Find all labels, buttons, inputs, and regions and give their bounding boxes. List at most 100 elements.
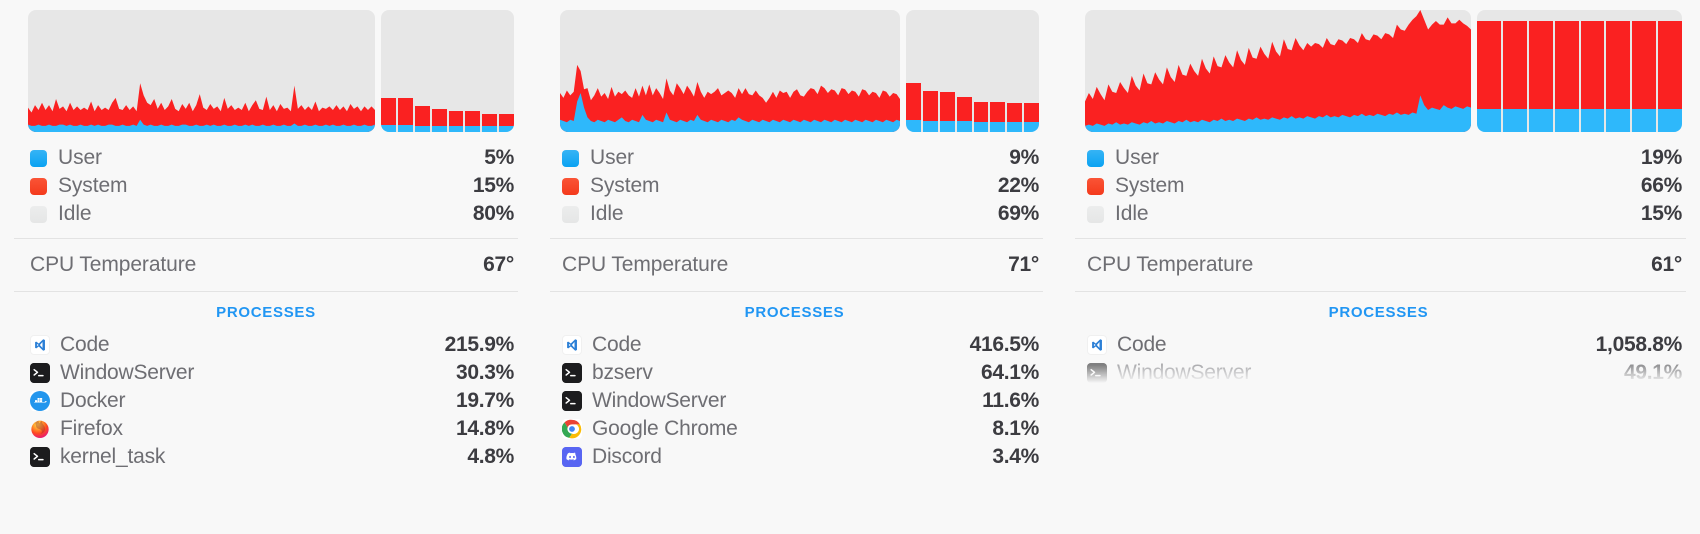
cpu-temperature-value: 71°	[1008, 253, 1039, 276]
process-row[interactable]: WindowServer 30.3%	[0, 359, 532, 387]
core-bar-user-segment	[1007, 122, 1023, 132]
cpu-core-bar	[381, 10, 396, 132]
idle-swatch-icon	[562, 205, 579, 223]
cpu-core-bar	[397, 10, 413, 132]
legend-label: System	[1115, 174, 1185, 197]
cpu-core-bars-2[interactable]	[906, 10, 1039, 132]
cpu-history-graph-2[interactable]	[560, 10, 900, 132]
processes-list-2: Code 416.5% bzserv 64.1% WindowServer 11.6% Go…	[532, 331, 1057, 471]
process-cpu-value: 215.9%	[444, 333, 515, 356]
cpu-panel-1: User 5% System 15% Idle 80% CPU Temperat…	[0, 0, 532, 534]
process-cpu-value: 19.7%	[455, 389, 514, 412]
process-row[interactable]: Code 1,058.8%	[1057, 331, 1700, 359]
process-row[interactable]: Firefox 14.8%	[0, 415, 532, 443]
cpu-core-bar	[1007, 10, 1023, 132]
cpu-core-bars-3[interactable]	[1477, 10, 1682, 132]
cpu-core-bar	[1580, 10, 1605, 132]
core-bar-system-segment	[448, 111, 464, 126]
legend-label: User	[590, 146, 634, 169]
cpu-core-bar	[1658, 10, 1682, 132]
legend-label: User	[1115, 146, 1159, 169]
core-bar-system-segment	[956, 96, 972, 122]
process-row[interactable]: Code 416.5%	[532, 331, 1057, 359]
cpu-history-svg-2	[560, 64, 900, 132]
cpu-core-bars-1[interactable]	[381, 10, 514, 132]
terminal-icon	[1087, 363, 1107, 383]
process-row[interactable]: kernel_task 4.8%	[0, 443, 532, 471]
cpu-core-bar	[922, 10, 938, 132]
vscode-icon	[562, 335, 582, 355]
cpu-graphs-2	[532, 0, 1057, 142]
core-bar-user-segment	[990, 122, 1006, 132]
process-cpu-value: 3.4%	[992, 445, 1039, 468]
process-cpu-value: 11.6%	[982, 389, 1039, 412]
cpu-history-graph-1[interactable]	[28, 10, 375, 132]
cpu-temperature-label: CPU Temperature	[562, 253, 729, 276]
core-bar-user-segment	[922, 121, 938, 132]
core-bar-user-segment	[1632, 108, 1657, 132]
vscode-icon	[30, 335, 50, 355]
legend-value: 9%	[1009, 146, 1039, 169]
process-row[interactable]: bzserv 64.1%	[532, 359, 1057, 387]
cpu-core-bar	[1024, 10, 1039, 132]
legend-value: 22%	[997, 174, 1039, 197]
cpu-panel-3: User 19% System 66% Idle 15% CPU Tempera…	[1057, 0, 1700, 534]
core-bar-system-segment	[906, 83, 921, 120]
core-bar-system-segment	[1477, 21, 1501, 109]
cpu-core-bar	[1502, 10, 1527, 132]
processes-section-1: PROCESSES Code 215.9% WindowServer 30.3% Doc…	[0, 292, 532, 471]
legend-row-system: System 15%	[30, 172, 514, 200]
process-row[interactable]: WindowServer 11.6%	[532, 387, 1057, 415]
cpu-core-bar	[1554, 10, 1579, 132]
core-bar-user-segment	[939, 121, 955, 132]
process-row[interactable]: WindowServer 49.1%	[1057, 359, 1700, 387]
process-name: Google Chrome	[592, 417, 738, 440]
cpu-core-bar	[973, 10, 989, 132]
core-bar-user-segment	[431, 125, 447, 132]
cpu-core-bar	[482, 10, 498, 132]
core-bar-system-segment	[414, 106, 430, 126]
core-bar-system-segment	[1658, 21, 1682, 109]
legend-label: System	[590, 174, 660, 197]
cpu-temperature-value: 67°	[483, 253, 514, 276]
cpu-core-bar	[465, 10, 481, 132]
core-bar-system-segment	[1502, 21, 1527, 109]
terminal-icon	[30, 447, 50, 467]
process-name: Discord	[592, 445, 662, 468]
cpu-temperature-label: CPU Temperature	[30, 253, 197, 276]
cpu-core-bar	[448, 10, 464, 132]
core-bar-system-segment	[1007, 102, 1023, 123]
core-bar-user-segment	[1580, 108, 1605, 132]
cpu-temperature-value: 61°	[1651, 253, 1682, 276]
core-bar-user-segment	[1554, 108, 1579, 132]
process-name: Code	[592, 333, 642, 356]
legend-label: Idle	[58, 202, 92, 225]
cpu-core-bar	[431, 10, 447, 132]
process-name: WindowServer	[1117, 361, 1252, 384]
cpu-graphs-1	[0, 0, 532, 142]
process-row[interactable]: Docker 19.7%	[0, 387, 532, 415]
process-name: kernel_task	[60, 445, 166, 468]
process-cpu-value: 416.5%	[969, 333, 1040, 356]
discord-icon	[562, 447, 582, 467]
process-name: WindowServer	[592, 389, 727, 412]
legend-row-idle: Idle 15%	[1087, 200, 1682, 228]
core-bar-user-segment	[906, 119, 921, 132]
legend-row-system: System 66%	[1087, 172, 1682, 200]
cpu-graphs-3	[1057, 0, 1700, 142]
cpu-core-bar	[990, 10, 1006, 132]
legend-value: 66%	[1640, 174, 1682, 197]
process-name: Code	[1117, 333, 1167, 356]
core-bar-user-segment	[973, 122, 989, 132]
process-row[interactable]: Google Chrome 8.1%	[532, 415, 1057, 443]
cpu-history-graph-3[interactable]	[1085, 10, 1471, 132]
process-name: Docker	[60, 389, 126, 412]
legend-value: 69%	[997, 202, 1039, 225]
cpu-temperature-row-2: CPU Temperature 71°	[532, 239, 1057, 291]
terminal-icon	[562, 363, 582, 383]
cpu-legend-3: User 19% System 66% Idle 15%	[1057, 142, 1700, 238]
cpu-core-bar	[1528, 10, 1553, 132]
process-row[interactable]: Discord 3.4%	[532, 443, 1057, 471]
legend-row-user: User 19%	[1087, 144, 1682, 172]
process-row[interactable]: Code 215.9%	[0, 331, 532, 359]
